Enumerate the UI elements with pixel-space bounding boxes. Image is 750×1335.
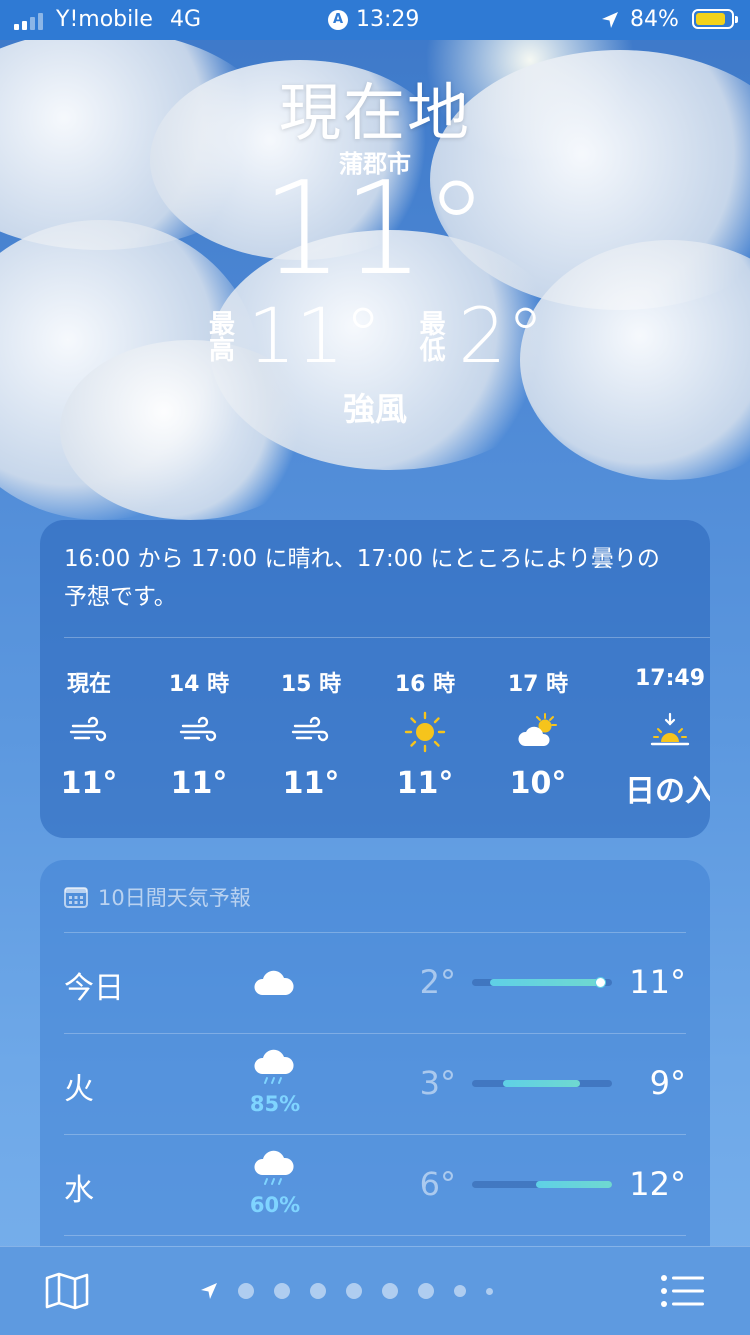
- page-dot[interactable]: [346, 1283, 362, 1299]
- low-temperature: 2°: [458, 291, 545, 380]
- temperature-range-bar: [472, 977, 612, 988]
- precipitation-chance: 60%: [249, 1193, 301, 1217]
- high-temp: 9°: [649, 1064, 686, 1102]
- sun-icon: [404, 711, 446, 753]
- day-row[interactable]: 今日 2° 11°: [64, 933, 686, 1033]
- day-label: 水: [64, 1173, 94, 1208]
- partly-cloudy-icon: [518, 713, 557, 746]
- hour-label: 現在: [66, 672, 111, 697]
- high-temp: 11°: [629, 963, 686, 1001]
- day-row[interactable]: 水 60% 6° 12°: [64, 1135, 686, 1235]
- clock-group: A 13:29: [328, 7, 419, 32]
- hour-temperature: 日の入: [625, 774, 710, 809]
- wind-icon: [291, 716, 329, 742]
- page-dot[interactable]: [454, 1285, 466, 1297]
- carrier-name: Y!mobile: [56, 7, 153, 32]
- high-temp: 12°: [629, 1165, 686, 1203]
- current-temperature: 11°: [261, 155, 489, 304]
- temperature-range-fill: [490, 979, 601, 986]
- bottom-toolbar: [0, 1246, 750, 1335]
- list-icon[interactable]: [660, 1273, 706, 1309]
- status-bar: Y!mobile 4G A 13:29 84%: [0, 0, 750, 40]
- low-label: 最低: [415, 310, 446, 362]
- divider: [64, 637, 710, 638]
- day-label: 今日: [64, 971, 124, 1006]
- battery-fill: [696, 13, 725, 25]
- temperature-range-bar: [472, 1080, 612, 1087]
- page-dot[interactable]: [382, 1283, 398, 1299]
- location-title: 現在地: [278, 76, 471, 149]
- current-temperature-dot: [594, 977, 606, 988]
- page-dot[interactable]: [310, 1283, 326, 1299]
- page-dot[interactable]: [274, 1283, 290, 1299]
- hour-temperature: 11°: [60, 766, 118, 801]
- clock: 13:29: [356, 7, 420, 32]
- page-dot[interactable]: [486, 1287, 493, 1295]
- location-arrow-icon[interactable]: [200, 1282, 218, 1300]
- temperature-range-bar: [472, 1181, 612, 1188]
- hour-temperature: 11°: [282, 766, 340, 801]
- precipitation-chance: 85%: [249, 1092, 301, 1116]
- hour-label: 17 時: [507, 672, 569, 697]
- wind-icon: [179, 716, 217, 742]
- weather-condition: 強風: [342, 390, 407, 428]
- low-temp: 6°: [419, 1165, 456, 1203]
- temperature-range-fill: [536, 1181, 612, 1188]
- battery-percent: 84%: [630, 7, 679, 32]
- high-label: 最高: [204, 310, 235, 362]
- forecast-summary: 16:00 から 17:00 に晴れ、17:00 にところにより曇りの予想です。: [64, 546, 660, 610]
- wind-icon: [69, 716, 107, 742]
- rain-cloud-icon: [254, 1150, 294, 1185]
- ten-day-title: 10日間天気予報: [98, 886, 251, 910]
- high-low-temperature: 最高 11° 最低 2°: [0, 296, 750, 376]
- page-dot[interactable]: [418, 1283, 434, 1299]
- page-indicator[interactable]: [200, 1281, 493, 1301]
- ten-day-forecast-card[interactable]: 10日間天気予報 今日 2° 11° 火 85% 3° 9° 水 60% 6° …: [40, 860, 710, 1280]
- location-arrow-icon: [602, 12, 618, 28]
- hour-label: 15 時: [280, 672, 342, 697]
- day-label: 火: [64, 1072, 94, 1107]
- divider: [64, 1235, 686, 1236]
- network-type: 4G: [170, 7, 202, 32]
- high-temperature: 11°: [247, 291, 383, 380]
- rain-cloud-icon: [254, 1049, 294, 1084]
- signal-icon: [14, 12, 43, 30]
- temperature-range-fill: [502, 1080, 580, 1087]
- hour-temperature: 10°: [509, 766, 567, 801]
- low-temp: 2°: [419, 963, 456, 1001]
- ten-day-header: 10日間天気予報: [64, 882, 251, 912]
- hour-label: 16 時: [394, 672, 456, 697]
- page-dot[interactable]: [238, 1283, 254, 1299]
- navigation-badge-icon: A: [328, 9, 348, 30]
- hour-temperature: 11°: [170, 766, 228, 801]
- day-row[interactable]: 火 85% 3° 9°: [64, 1034, 686, 1134]
- hour-temperature: 11°: [396, 766, 454, 801]
- sunset-icon: [650, 712, 690, 746]
- low-temp: 3°: [419, 1064, 456, 1102]
- map-icon[interactable]: [44, 1271, 90, 1311]
- calendar-icon: [64, 887, 88, 908]
- hour-label: 14 時: [168, 672, 230, 697]
- battery-icon: [692, 9, 738, 29]
- hour-label: 17:49: [634, 666, 706, 691]
- cloud-icon: [254, 970, 294, 995]
- hourly-forecast-card[interactable]: 16:00 から 17:00 に晴れ、17:00 にところにより曇りの予想です。…: [40, 520, 710, 838]
